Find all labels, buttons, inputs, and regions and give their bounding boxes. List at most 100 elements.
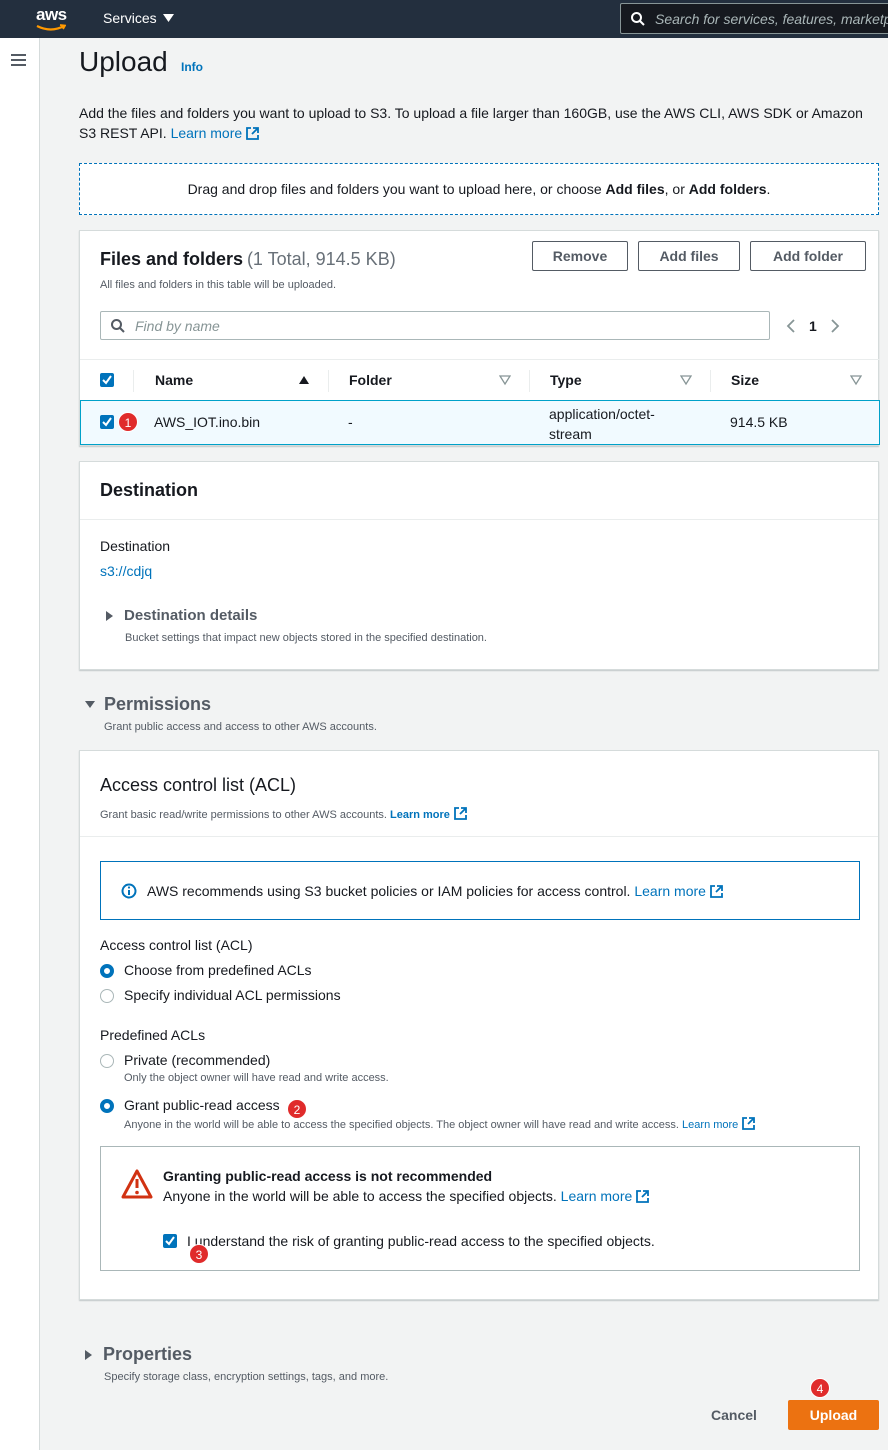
destination-title: Destination [100,480,199,500]
file-name: AWS_IOT.ino.bin [154,414,261,430]
column-header-size[interactable]: Size [731,372,759,388]
table-row[interactable]: 1 AWS_IOT.ino.bin - application/octet- s… [80,400,880,445]
sort-icon[interactable] [499,374,511,386]
search-icon [111,318,125,333]
file-size: 914.5 KB [730,414,788,430]
destination-details-toggle[interactable]: Destination details [106,607,257,624]
radio-public-read[interactable] [100,1099,114,1113]
acl-learn-more-link[interactable]: Learn more [390,807,467,821]
private-label[interactable]: Private (recommended) [124,1052,270,1068]
add-files-button[interactable]: Add files [638,241,740,271]
alert-learn-more-link[interactable]: Learn more [634,883,723,899]
warning-learn-more-link[interactable]: Learn more [561,1188,650,1204]
properties-desc: Specify storage class, encryption settin… [104,1371,389,1383]
dropzone-middle: , or [664,181,689,197]
intro-learn-more-link[interactable]: Learn more [171,125,260,141]
aws-logo[interactable]: aws [32,3,76,35]
warning-learn-more-label: Learn more [560,1188,633,1204]
acl-learn-more-label: Learn more [390,809,450,821]
acknowledge-checkbox[interactable] [163,1234,177,1248]
page-title: Upload [79,46,168,77]
properties-toggle[interactable]: Properties [85,1344,192,1365]
radio-predefined-acls[interactable] [100,964,114,978]
public-read-label[interactable]: Grant public-read access [124,1097,280,1113]
files-subtitle: All files and folders in this table will… [100,279,337,291]
destination-details-desc: Bucket settings that impact new objects … [125,632,487,644]
info-alert-content: AWS recommends using S3 bucket policies … [147,883,723,899]
aws-smile-icon [36,24,66,31]
row-checkbox[interactable] [100,415,114,429]
add-folder-button[interactable]: Add folder [750,241,866,271]
public-read-warning: Granting public-read access is not recom… [100,1146,860,1271]
external-link-icon [246,127,260,140]
public-read-learn-more-label: Learn more [682,1119,739,1131]
menu-icon[interactable] [11,54,26,67]
page-number[interactable]: 1 [809,318,817,334]
properties-title: Properties [103,1344,193,1364]
column-header-name[interactable]: Name [155,372,193,388]
acknowledge-label[interactable]: I understand the risk of granting public… [187,1233,655,1249]
find-by-name-field[interactable] [100,311,770,340]
column-header-folder[interactable]: Folder [349,372,392,388]
alert-learn-more-label: Learn more [634,882,706,899]
top-navigation-bar: aws Services [0,0,888,38]
global-search-input[interactable] [655,10,888,27]
chevron-left-icon[interactable] [786,319,795,333]
warning-icon [121,1169,153,1199]
file-type-line2: stream [549,426,592,442]
radio-individual-acl[interactable] [100,989,114,1003]
file-folder: - [348,414,353,430]
acl-option-individual-label[interactable]: Specify individual ACL permissions [124,987,341,1003]
files-and-folders-panel: Files and folders (1 Total, 914.5 KB) Al… [79,230,880,446]
upload-button[interactable]: Upload [788,1400,879,1430]
side-navigation [0,38,40,1450]
acl-desc: Grant basic read/write permissions to ot… [100,807,467,821]
external-link-icon [742,1117,756,1130]
dropzone-add-files: Add files [605,181,665,197]
acl-desc-text: Grant basic read/write permissions to ot… [100,809,387,821]
drop-zone[interactable]: Drag and drop files and folders you want… [79,163,879,215]
find-by-name-input[interactable] [135,317,735,334]
acl-group-label: Access control list (ACL) [100,937,253,953]
step-badge-3: 3 [189,1244,209,1264]
destination-header: Destination [80,462,878,520]
files-title: Files and folders [100,249,244,269]
caret-right-icon [85,1349,92,1360]
permissions-toggle[interactable]: Permissions [85,694,211,715]
files-header: Files and folders (1 Total, 914.5 KB) [100,249,396,270]
caret-down-icon [162,14,174,22]
destination-details-title: Destination details [124,607,258,624]
external-link-icon [636,1190,650,1203]
select-all-checkbox[interactable] [100,373,114,387]
pagination: 1 [786,311,840,341]
files-count: (1 Total, 914.5 KB) [246,249,396,269]
remove-button[interactable]: Remove [532,241,628,271]
public-read-desc-text: Anyone in the world will be able to acce… [124,1119,679,1131]
cancel-button[interactable]: Cancel [696,1400,772,1430]
warning-text: Anyone in the world will be able to acce… [163,1188,650,1204]
destination-panel: Destination Destination s3://cdjq Destin… [79,461,879,670]
column-header-type[interactable]: Type [550,372,582,388]
info-alert-text: AWS recommends using S3 bucket policies … [147,882,631,899]
public-read-learn-more-link[interactable]: Learn more [682,1117,756,1131]
info-alert: AWS recommends using S3 bucket policies … [100,861,860,920]
caret-down-icon [85,701,95,708]
dropzone-add-folders: Add folders [688,181,767,197]
check-icon [165,1236,175,1246]
info-link[interactable]: Info [181,60,203,74]
global-search[interactable] [620,3,888,34]
chevron-right-icon[interactable] [831,319,840,333]
sort-ascending-icon[interactable] [298,374,310,386]
sort-icon[interactable] [850,374,862,386]
destination-link[interactable]: s3://cdjq [100,563,152,579]
sort-icon[interactable] [680,374,692,386]
file-type: application/octet- stream [549,404,655,444]
step-badge-2: 2 [287,1099,307,1119]
services-menu[interactable]: Services [103,10,174,26]
acl-option-predefined-label[interactable]: Choose from predefined ACLs [124,962,312,978]
radio-private[interactable] [100,1054,114,1068]
check-icon [102,417,112,427]
permissions-title: Permissions [104,694,212,714]
external-link-icon [710,884,723,898]
services-label: Services [103,10,157,26]
